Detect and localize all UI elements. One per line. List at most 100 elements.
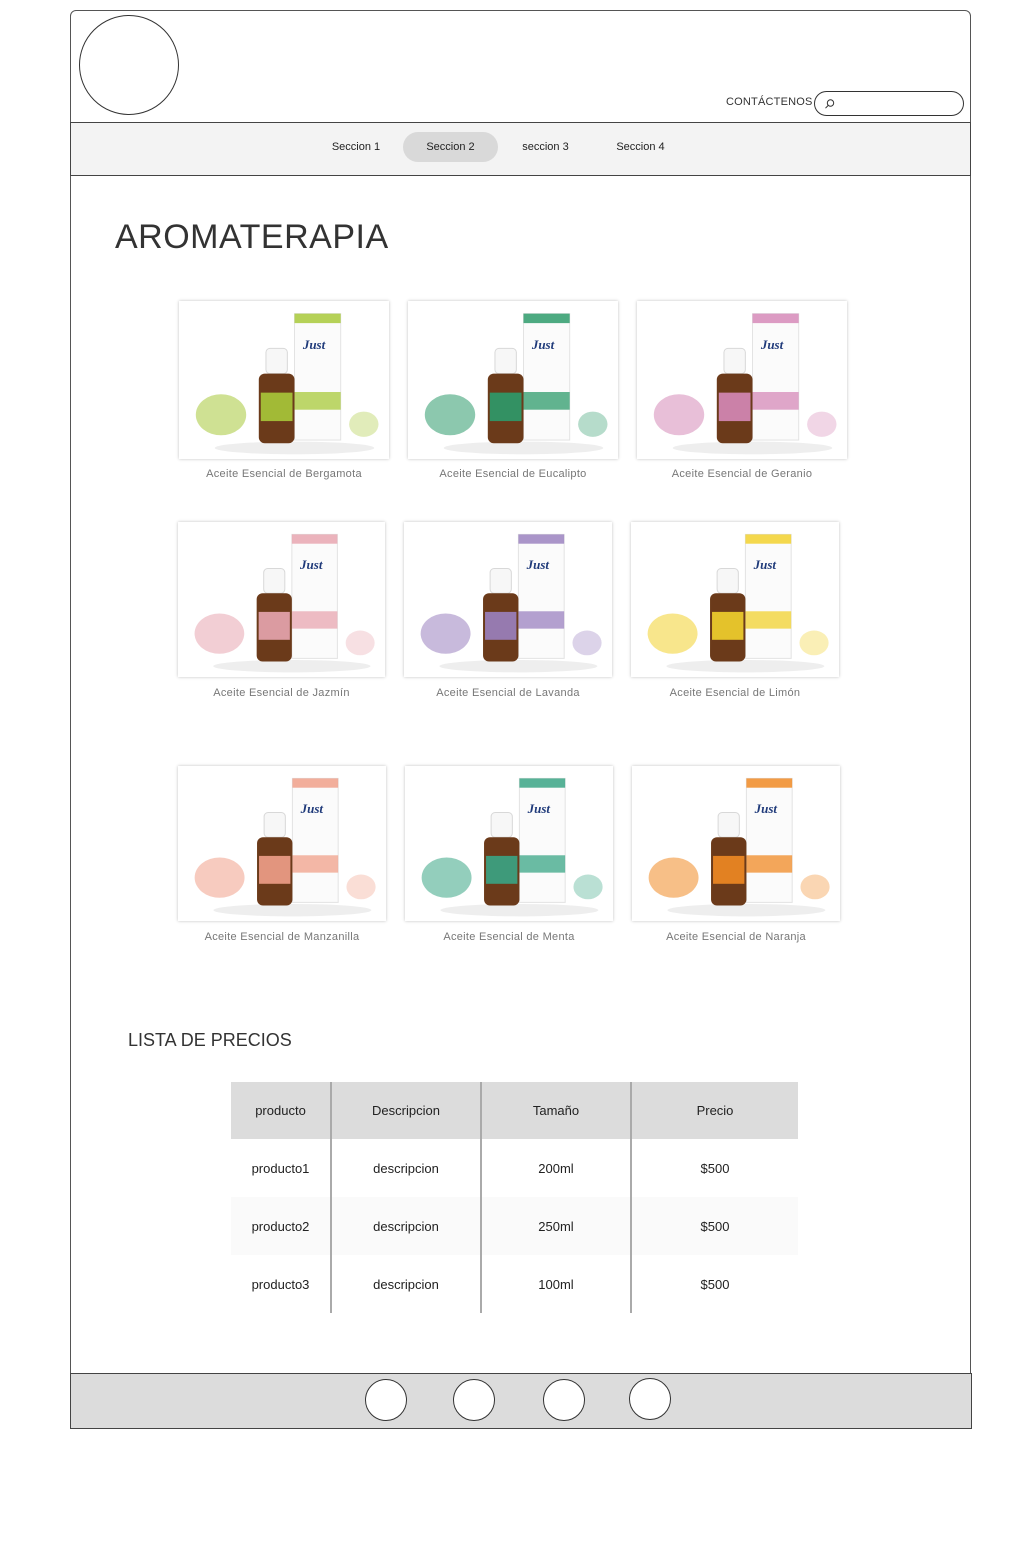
product-name[interactable]: Aceite Esencial de Lavanda <box>404 687 612 699</box>
jasmine-product-photo[interactable]: Just <box>178 522 385 677</box>
product-box-band <box>523 392 570 410</box>
product-box-stripe <box>752 313 799 324</box>
table-row: producto2 descripcion 250ml $500 <box>231 1197 798 1255</box>
product-box <box>752 313 800 441</box>
brand-logo-icon: Just <box>760 337 784 352</box>
bergamot-product-photo[interactable]: Just <box>179 301 389 459</box>
botanical-decoration <box>573 874 603 900</box>
product-box-stripe <box>523 313 570 324</box>
table-cell: descripcion <box>331 1197 482 1255</box>
botanical-decoration <box>194 613 245 654</box>
botanical-decoration <box>648 857 699 898</box>
bottle-label <box>489 392 522 422</box>
product-box-stripe <box>292 778 339 788</box>
nav-item-seccion-4[interactable]: Seccion 4 <box>593 132 688 162</box>
table-row: producto3 descripcion 100ml $500 <box>231 1255 798 1313</box>
search-icon <box>825 99 835 109</box>
table-cell: $500 <box>700 1276 730 1292</box>
table-cell: producto1 <box>231 1139 332 1197</box>
bottle-cap <box>489 568 512 594</box>
bottle-label <box>712 611 744 640</box>
mint-product-photo[interactable]: Just <box>405 766 613 921</box>
product-name[interactable]: Aceite Esencial de Manzanilla <box>178 931 386 943</box>
product-name[interactable]: Aceite Esencial de Eucalipto <box>408 468 618 480</box>
product-box-band <box>752 392 799 410</box>
social-icon-4[interactable] <box>629 1378 671 1420</box>
bottle-label <box>718 392 751 422</box>
product-box-band <box>746 855 793 873</box>
bottle-cap <box>717 812 740 838</box>
lemon-product-photo[interactable]: Just <box>631 522 839 677</box>
botanical-decoration <box>195 394 247 436</box>
product-box-stripe <box>519 778 566 788</box>
bottle-label <box>260 392 293 422</box>
product-name[interactable]: Aceite Esencial de Geranio <box>637 468 847 480</box>
botanical-decoration <box>346 874 376 900</box>
botanical-decoration <box>578 411 608 437</box>
bottle-label <box>485 611 517 640</box>
brand-logo-icon: Just <box>527 801 551 816</box>
search-input[interactable] <box>839 94 961 115</box>
product-box <box>291 777 339 903</box>
price-list-title: LISTA DE PRECIOS <box>128 1030 292 1050</box>
social-icon-2[interactable] <box>453 1379 495 1421</box>
botanical-decoration <box>349 411 379 437</box>
product-box-stripe <box>746 778 793 788</box>
floor-shadow <box>443 441 604 455</box>
lavender-product-photo[interactable]: Just <box>404 522 612 677</box>
table-row: producto1 descripcion 200ml $500 <box>231 1139 798 1197</box>
floor-shadow <box>439 659 598 673</box>
product-box <box>744 533 792 659</box>
orange-product-photo[interactable]: Just <box>632 766 840 921</box>
floor-shadow <box>213 659 371 673</box>
product-name[interactable]: Aceite Esencial de Menta <box>405 931 613 943</box>
product-box <box>523 313 571 441</box>
product-name[interactable]: Aceite Esencial de Jazmín <box>178 687 385 699</box>
product-box <box>291 533 338 659</box>
footer-bar <box>70 1373 972 1429</box>
brand-logo-icon: Just <box>526 557 550 572</box>
column-header: Descripcion <box>331 1082 482 1139</box>
product-box-band <box>519 855 566 873</box>
nav-item-seccion-2[interactable]: Seccion 2 <box>403 132 498 162</box>
column-header: Tamaño <box>481 1082 632 1139</box>
botanical-decoration <box>424 394 476 436</box>
table-cell: 250ml <box>481 1197 632 1255</box>
brand-logo-icon: Just <box>753 557 777 572</box>
eucalyptus-product-photo[interactable]: Just <box>408 301 618 459</box>
botanical-decoration <box>807 411 837 437</box>
product-box <box>294 313 342 441</box>
table-cell: $500 <box>700 1218 730 1234</box>
nav-bar: Seccion 1 Seccion 2 seccion 3 Seccion 4 <box>70 122 971 176</box>
product-box-stripe <box>518 534 565 544</box>
bottle-label <box>259 855 291 884</box>
bottle-cap <box>263 568 286 594</box>
page-title: AROMATERAPIA <box>115 218 389 256</box>
bottle-cap <box>263 812 286 838</box>
bottle-cap <box>716 568 739 594</box>
social-icon-1[interactable] <box>365 1379 407 1421</box>
floor-shadow <box>440 903 599 917</box>
logo-placeholder[interactable] <box>79 15 179 115</box>
bottle-cap <box>723 347 746 375</box>
table-cell: 200ml <box>481 1139 632 1197</box>
product-name[interactable]: Aceite Esencial de Limón <box>631 687 839 699</box>
product-box-stripe <box>291 534 338 544</box>
product-name[interactable]: Aceite Esencial de Naranja <box>632 931 840 943</box>
geranium-product-photo[interactable]: Just <box>637 301 847 459</box>
contact-link[interactable]: CONTÁCTENOS <box>726 96 813 108</box>
botanical-decoration <box>421 857 472 898</box>
search-box[interactable] <box>814 91 964 116</box>
product-box-band <box>745 611 792 629</box>
product-name[interactable]: Aceite Esencial de Bergamota <box>179 468 389 480</box>
social-icon-3[interactable] <box>543 1379 585 1421</box>
column-header: Precio <box>696 1103 734 1118</box>
botanical-decoration <box>799 630 829 656</box>
nav-item-seccion-1[interactable]: Seccion 1 <box>309 132 403 162</box>
botanical-decoration <box>572 630 602 656</box>
nav-item-seccion-3[interactable]: seccion 3 <box>498 132 593 162</box>
floor-shadow <box>672 441 833 455</box>
chamomile-product-photo[interactable]: Just <box>178 766 386 921</box>
floor-shadow <box>667 903 826 917</box>
product-box <box>518 777 566 903</box>
